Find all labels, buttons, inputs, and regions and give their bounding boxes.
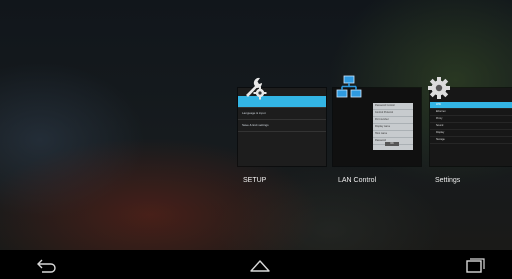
thumbnail-row: Ethernet [430,109,512,116]
app-label: LAN Control [338,177,377,184]
settings-gear-icon [428,77,450,99]
thumbnail-row: Language & input [238,108,326,120]
thumbnail-row: WiFi [430,102,512,109]
navigation-bar [0,250,512,279]
thumbnail-row: Sound [430,123,512,130]
back-icon [37,259,56,273]
wrench-gear-icon [246,77,267,100]
recent-apps-icon [466,258,485,273]
recent-apps-list: Language & input Save & Exit settings SE… [0,0,512,250]
thumbnail-row: Host name [373,131,413,138]
home-button[interactable] [247,257,273,273]
thumbnail-dialog: Password Control Control Protocol Port n… [373,103,413,150]
thumbnail-row: Proxy [430,116,512,123]
thumbnail-row: Storage [430,137,512,144]
app-label: Settings [435,177,461,184]
thumbnail-row: Control Protocol [373,110,413,117]
thumbnail-row: Password Control [373,103,413,110]
recent-apps-button[interactable] [461,257,487,273]
thumbnail-row: Port number [373,117,413,124]
thumbnail-button: OK [385,142,399,146]
app-thumbnail[interactable]: Password Control Control Protocol Port n… [333,88,421,166]
thumbnail-row: Display name [373,124,413,131]
app-label: SETUP [243,177,267,184]
thumbnail-row: Display [430,130,512,137]
home-icon [250,260,270,272]
thumbnail-row: Save & Exit settings [238,120,326,132]
network-icon [336,75,362,98]
back-button[interactable] [34,257,60,273]
